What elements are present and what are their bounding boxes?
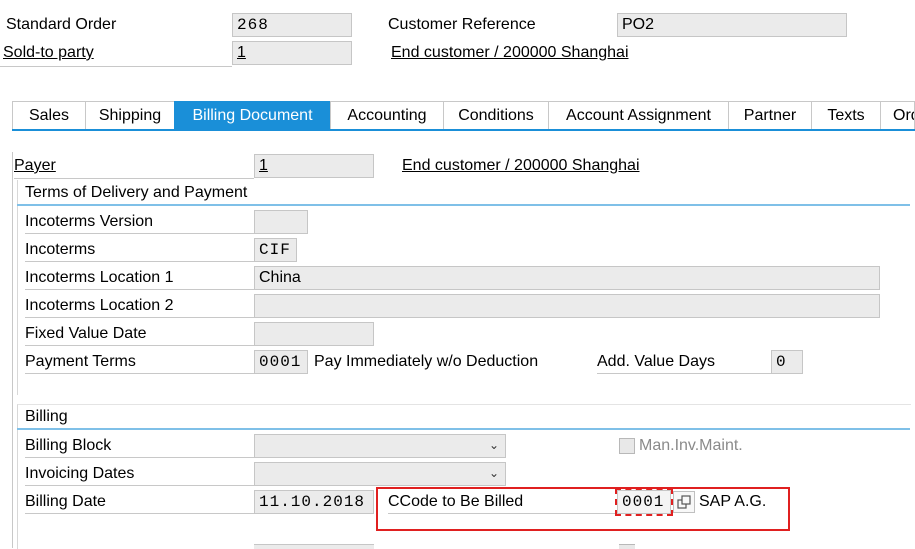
incoterms-location-1-label: Incoterms Location 1	[25, 267, 254, 290]
tab-orders[interactable]: Ord	[880, 101, 915, 129]
payment-terms-description: Pay Immediately w/o Deduction	[314, 353, 539, 370]
tab-strip: Sales Shipping Billing Document Accounti…	[12, 101, 915, 131]
invoicing-dates-label: Invoicing Dates	[25, 463, 254, 486]
incoterms-location-2-label: Incoterms Location 2	[25, 295, 254, 318]
add-value-days-field[interactable]: 0	[771, 350, 803, 374]
payer-link[interactable]: Payer	[14, 155, 56, 177]
incoterms-location-2-field[interactable]	[254, 294, 880, 318]
tab-underline	[12, 129, 915, 131]
payment-terms-field[interactable]: 0001	[254, 350, 308, 374]
payment-terms-label: Payment Terms	[25, 351, 254, 374]
payer-field[interactable]: 1	[254, 154, 374, 178]
sold-to-party-name[interactable]: End customer / 200000 Shanghai	[391, 42, 629, 64]
man-inv-maint-checkbox[interactable]	[619, 438, 635, 454]
incoterms-version-label: Incoterms Version	[25, 211, 254, 234]
divider	[0, 66, 232, 67]
billing-date-label: Billing Date	[25, 491, 254, 514]
man-inv-maint-label: Man.Inv.Maint.	[639, 437, 743, 454]
tab-shipping[interactable]: Shipping	[85, 101, 175, 129]
next-row-field	[254, 544, 374, 549]
tab-accounting[interactable]: Accounting	[330, 101, 444, 129]
sold-to-party-field[interactable]: 1	[232, 41, 352, 65]
fixed-value-date-field[interactable]	[254, 322, 374, 346]
incoterms-version-field[interactable]	[254, 210, 308, 234]
terms-section-line	[17, 204, 910, 206]
add-value-days-label: Add. Value Days	[597, 351, 771, 374]
order-type-label: Standard Order	[6, 16, 117, 33]
invoicing-dates-dropdown[interactable]: ⌄	[254, 462, 506, 486]
billing-section-title: Billing	[25, 408, 68, 425]
customer-reference-label: Customer Reference	[388, 16, 536, 33]
divider	[14, 178, 254, 179]
tab-sales[interactable]: Sales	[12, 101, 86, 129]
customer-reference-field[interactable]: PO2	[617, 13, 847, 37]
next-row-checkbox	[619, 544, 635, 549]
billing-section-line	[17, 428, 910, 430]
tab-texts[interactable]: Texts	[811, 101, 881, 129]
tab-conditions[interactable]: Conditions	[443, 101, 549, 129]
tab-billing-document[interactable]: Billing Document	[174, 101, 331, 129]
chevron-down-icon: ⌄	[489, 438, 500, 452]
billing-block-label: Billing Block	[25, 435, 254, 458]
tab-account-assignment[interactable]: Account Assignment	[548, 101, 729, 129]
order-number-field[interactable]: 268	[232, 13, 352, 37]
payer-name[interactable]: End customer / 200000 Shanghai	[402, 155, 640, 177]
sold-to-party-link[interactable]: Sold-to party	[3, 42, 94, 64]
incoterms-location-1-field[interactable]: China	[254, 266, 880, 290]
highlight-box	[376, 487, 790, 531]
incoterms-field[interactable]: CIF	[254, 238, 297, 262]
terms-section-title: Terms of Delivery and Payment	[25, 184, 248, 201]
fixed-value-date-label: Fixed Value Date	[25, 323, 254, 346]
billing-block-dropdown[interactable]: ⌄	[254, 434, 506, 458]
incoterms-label: Incoterms	[25, 239, 254, 262]
chevron-down-icon: ⌄	[489, 466, 500, 480]
tab-partner[interactable]: Partner	[728, 101, 812, 129]
billing-date-field[interactable]: 11.10.2018	[254, 490, 374, 514]
